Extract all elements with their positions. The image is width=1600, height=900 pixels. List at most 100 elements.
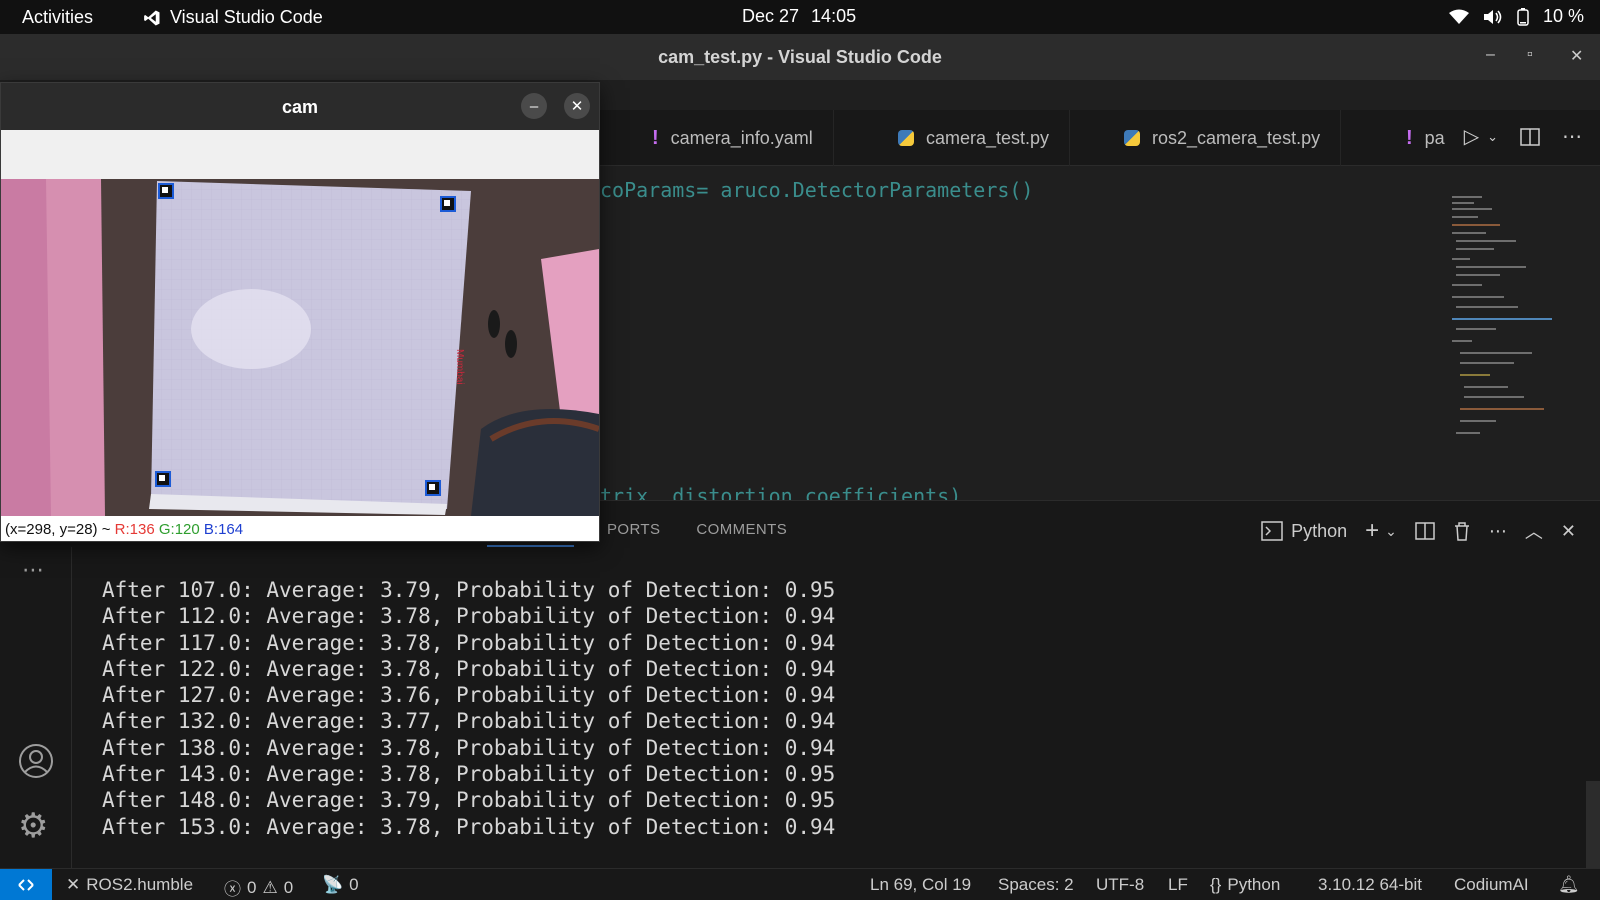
- yaml-exclamation-icon: !: [1406, 126, 1413, 149]
- volume-icon: [1483, 9, 1502, 24]
- restore-icon[interactable]: ▫: [1527, 46, 1533, 64]
- terminal-profile[interactable]: Python: [1261, 521, 1347, 542]
- clock[interactable]: Dec 27 14:05: [742, 6, 856, 27]
- terminal-line: After 143.0: Average: 3.78, Probability …: [102, 762, 836, 787]
- pixel-blue-value: B:164: [203, 521, 244, 538]
- python-icon: [898, 130, 914, 146]
- activities-button[interactable]: Activities: [22, 7, 93, 28]
- error-icon: ⓧ: [224, 880, 241, 899]
- workspace-name: ROS2.humble: [86, 875, 194, 894]
- pixel-green-value: G:120: [158, 521, 200, 538]
- cam-window-title: cam: [281, 97, 319, 117]
- more-actions-icon[interactable]: ⋯: [1489, 521, 1507, 542]
- system-top-bar: Activities Visual Studio Code Dec 27 14:…: [0, 0, 1600, 34]
- clock-time: 14:05: [811, 6, 857, 26]
- tab-pa[interactable]: ! pa: [1386, 110, 1449, 166]
- pixel-red-value: R:136: [114, 521, 155, 538]
- more-icon[interactable]: ⋯: [22, 557, 44, 583]
- settings-gear-icon[interactable]: ⚙: [18, 809, 48, 843]
- cam-window[interactable]: cam – ✕ Mumbai (x=298, y=28) ~ R:136 G:1…: [0, 82, 600, 542]
- run-chevron-down-icon[interactable]: ⌄: [1487, 129, 1498, 145]
- bottom-panel: ⋯ ⚙ PORTS COMMENTS Python + ⌄ ⋯ ︿ ✕ Afte…: [0, 500, 1600, 869]
- window-title: cam_test.py - Visual Studio Code: [658, 47, 942, 67]
- minimize-icon[interactable]: –: [1486, 46, 1495, 64]
- trash-icon[interactable]: [1453, 521, 1471, 541]
- cam-window-titlebar[interactable]: cam – ✕: [1, 83, 599, 130]
- panel-toolbar: Python + ⌄ ⋯ ︿ ✕: [1261, 517, 1576, 545]
- terminal-line: After 132.0: Average: 3.77, Probability …: [102, 709, 836, 734]
- encoding[interactable]: UTF-8: [1096, 875, 1144, 895]
- python-icon: [1124, 130, 1140, 146]
- remote-indicator[interactable]: [0, 869, 52, 900]
- terminal-output[interactable]: After 107.0: Average: 3.79, Probability …: [102, 577, 835, 840]
- more-actions-icon[interactable]: ⋯: [1562, 124, 1582, 149]
- close-icon[interactable]: ✕: [1570, 46, 1583, 66]
- terminal-line: After 117.0: Average: 3.78, Probability …: [102, 630, 836, 655]
- problems-item[interactable]: ⓧ 0 ⚠ 0: [224, 875, 293, 900]
- cam-toolbar: [1, 130, 599, 179]
- wifi-icon: [1448, 9, 1469, 24]
- tab-camera-test-py[interactable]: camera_test.py: [878, 110, 1071, 166]
- cursor-coords: (x=298, y=28) ~: [5, 521, 111, 538]
- tab-ros2-camera-test-py[interactable]: ros2_camera_test.py: [1104, 110, 1342, 166]
- split-editor-icon[interactable]: [1520, 127, 1540, 146]
- clock-date: Dec 27: [742, 6, 800, 26]
- app-menu[interactable]: Visual Studio Code: [143, 7, 323, 28]
- tab-ports[interactable]: PORTS: [607, 521, 660, 538]
- terminal-line: After 122.0: Average: 3.78, Probability …: [102, 656, 836, 681]
- tab-comments[interactable]: COMMENTS: [696, 521, 787, 538]
- ports-item[interactable]: 📡 0: [322, 875, 359, 895]
- battery-icon: [1517, 7, 1529, 26]
- remote-icon: [18, 879, 34, 891]
- terminal-profile-label: Python: [1291, 520, 1348, 541]
- braces-icon: {}: [1210, 875, 1222, 894]
- notifications-bell-icon[interactable]: 🔔︎: [1558, 875, 1580, 895]
- status-bar: ✕ ROS2.humble ⓧ 0 ⚠ 0 📡 0 Ln 69, Col 19 …: [0, 868, 1600, 900]
- vscode-icon: [144, 10, 160, 25]
- terminal-line: After 107.0: Average: 3.79, Probability …: [102, 578, 836, 602]
- tab-label: pa: [1424, 127, 1445, 148]
- terminal-icon: [1261, 521, 1283, 541]
- camera-feed-image[interactable]: Mumbai: [1, 179, 599, 516]
- terminal-line: After 148.0: Average: 3.79, Probability …: [102, 788, 836, 813]
- terminal-line: After 112.0: Average: 3.78, Probability …: [102, 604, 836, 629]
- camera-frame: Mumbai: [1, 179, 599, 516]
- terminal-line: After 153.0: Average: 3.78, Probability …: [102, 814, 836, 839]
- battery-percent: 10 %: [1542, 6, 1584, 26]
- line-ending[interactable]: LF: [1168, 875, 1188, 895]
- close-icon: ✕: [66, 875, 81, 894]
- cam-minimize-icon[interactable]: –: [521, 93, 547, 119]
- yaml-exclamation-icon: !: [652, 126, 659, 149]
- tab-label: camera_info.yaml: [670, 127, 813, 148]
- maximize-panel-chevron-up-icon[interactable]: ︿: [1525, 518, 1543, 544]
- language-label: Python: [1227, 875, 1281, 894]
- error-count: 0: [247, 877, 257, 897]
- workspace-item[interactable]: ✕ ROS2.humble: [66, 875, 193, 895]
- warning-count: 0: [283, 877, 294, 897]
- account-icon[interactable]: [18, 743, 54, 779]
- language-mode[interactable]: {} Python: [1210, 875, 1280, 895]
- minimap[interactable]: [1448, 196, 1578, 456]
- window-titlebar[interactable]: cam_test.py - Visual Studio Code – ▫ ✕: [0, 34, 1600, 80]
- python-interpreter[interactable]: 3.10.12 64-bit: [1318, 875, 1422, 895]
- close-panel-icon[interactable]: ✕: [1561, 521, 1576, 542]
- board-label-text: Mumbai: [454, 349, 465, 385]
- split-terminal-icon[interactable]: [1415, 522, 1435, 540]
- terminal-line: After 127.0: Average: 3.76, Probability …: [102, 683, 836, 708]
- cam-close-icon[interactable]: ✕: [564, 93, 590, 119]
- codiumai-item[interactable]: CodiumAI: [1454, 875, 1529, 895]
- cursor-position[interactable]: Ln 69, Col 19: [870, 875, 971, 895]
- tab-label: ros2_camera_test.py: [1152, 127, 1321, 148]
- system-tray[interactable]: 10 %: [1448, 6, 1584, 27]
- run-play-icon[interactable]: ▷: [1464, 124, 1479, 149]
- tab-camera-info-yaml[interactable]: ! camera_info.yaml: [632, 110, 834, 166]
- new-terminal-plus-icon[interactable]: +: [1365, 517, 1379, 545]
- app-name: Visual Studio Code: [170, 7, 323, 27]
- active-panel-tab-indicator: [487, 545, 574, 547]
- broadcast-icon: 📡: [322, 875, 344, 894]
- new-terminal-chevron-down-icon[interactable]: ⌄: [1385, 523, 1397, 540]
- terminal-line: After 138.0: Average: 3.78, Probability …: [102, 735, 836, 760]
- indentation[interactable]: Spaces: 2: [998, 875, 1074, 895]
- terminal-scrollbar[interactable]: [1586, 781, 1600, 869]
- ports-count: 0: [349, 875, 359, 894]
